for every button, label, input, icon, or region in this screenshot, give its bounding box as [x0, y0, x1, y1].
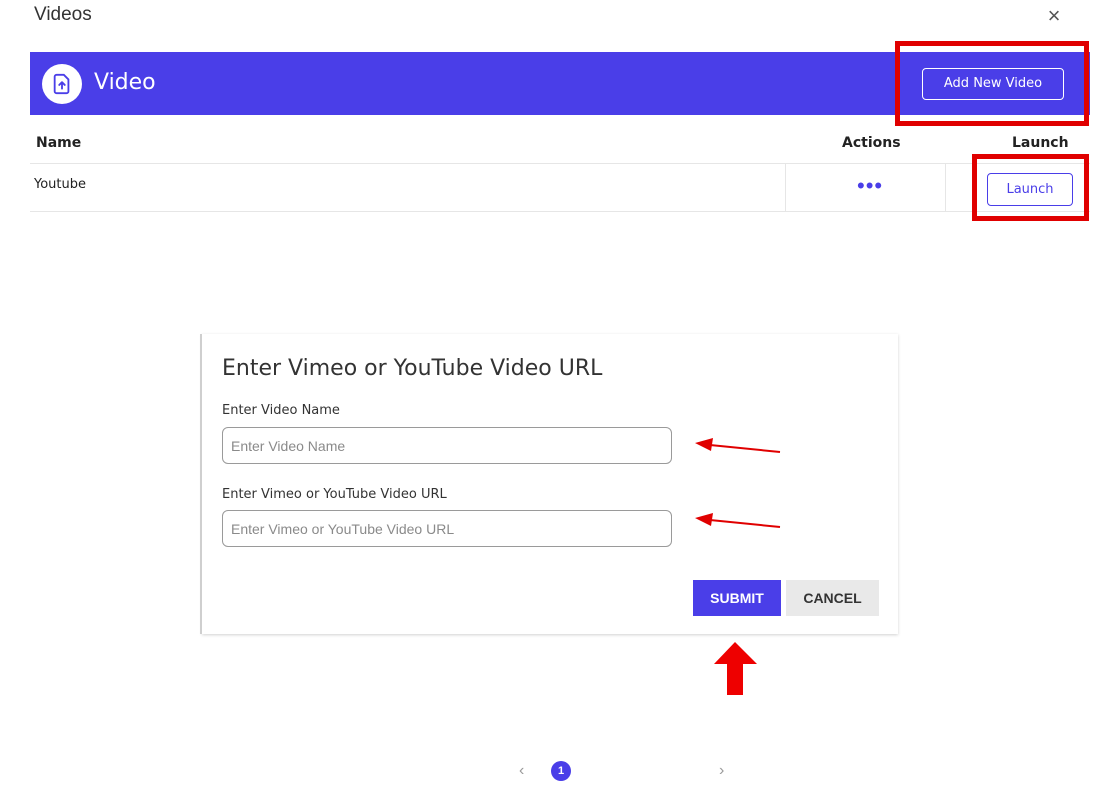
pagination-page-1[interactable]: 1 — [551, 761, 571, 781]
annotation-overlay — [695, 438, 781, 695]
arrow-to-name-input-icon — [695, 438, 781, 453]
arrow-to-submit-icon — [714, 642, 757, 695]
arrow-to-url-input-icon — [695, 513, 781, 528]
pagination-prev-icon[interactable]: ‹ — [519, 762, 524, 780]
pagination-next-icon[interactable]: › — [719, 762, 724, 780]
